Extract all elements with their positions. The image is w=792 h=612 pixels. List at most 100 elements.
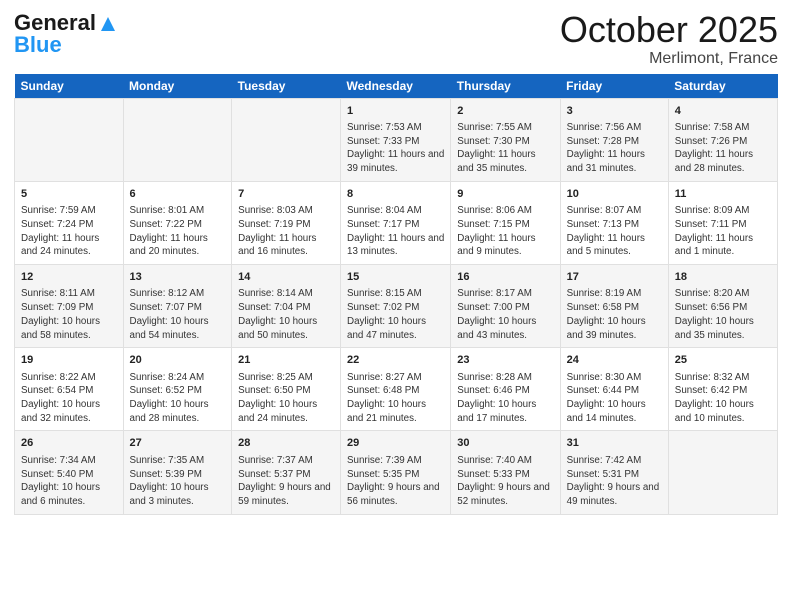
calendar-cell: 20 Sunrise: 8:24 AMSunset: 6:52 PMDayligh…: [123, 348, 232, 431]
calendar-cell: 29Sunrise: 7:39 AMSunset: 5:35 PMDayligh…: [341, 431, 451, 514]
col-friday: Friday: [560, 74, 668, 99]
calendar-table: Sunday Monday Tuesday Wednesday Thursday…: [14, 74, 778, 515]
week-row-5: 26 Sunrise: 7:34 AMSunset: 5:40 PMDayligh…: [15, 431, 778, 514]
day-info: Sunrise: 8:06 AMSunset: 7:15 PMDaylight:…: [457, 204, 553, 259]
calendar-cell: 12 Sunrise: 8:11 AMSunset: 7:09 PMDayligh…: [15, 265, 124, 348]
calendar-cell: 2 Sunrise: 7:55 AMSunset: 7:30 PMDaylight…: [451, 98, 560, 181]
calendar-cell: 1 Sunrise: 7:53 AMSunset: 7:33 PMDaylight…: [341, 98, 451, 181]
calendar-title: October 2025: [560, 10, 778, 50]
calendar-cell: [123, 98, 232, 181]
day-info: Sunrise: 8:25 AMSunset: 6:50 PMDaylight:…: [238, 371, 334, 426]
calendar-cell: 22 Sunrise: 8:27 AMSunset: 6:48 PMDayligh…: [341, 348, 451, 431]
calendar-cell: 19 Sunrise: 8:22 AMSunset: 6:54 PMDayligh…: [15, 348, 124, 431]
week-row-3: 12 Sunrise: 8:11 AMSunset: 7:09 PMDayligh…: [15, 265, 778, 348]
day-info: Sunrise: 7:56 AMSunset: 7:28 PMDaylight:…: [567, 121, 662, 176]
day-number: 2: [457, 104, 553, 119]
day-number: 13: [130, 270, 226, 285]
calendar-cell: 21 Sunrise: 8:25 AMSunset: 6:50 PMDayligh…: [232, 348, 341, 431]
header-row: Sunday Monday Tuesday Wednesday Thursday…: [15, 74, 778, 99]
day-info: Sunrise: 8:04 AMSunset: 7:17 PMDaylight:…: [347, 204, 444, 259]
calendar-cell: 28 Sunrise: 7:37 AMSunset: 5:37 PMDayligh…: [232, 431, 341, 514]
day-number: 8: [347, 187, 444, 202]
day-number: 26: [21, 436, 117, 451]
day-number: 29: [347, 436, 444, 451]
calendar-subtitle: Merlimont, France: [560, 50, 778, 68]
calendar-cell: 6Sunrise: 8:01 AMSunset: 7:22 PMDaylight…: [123, 181, 232, 264]
logo: General Blue: [14, 10, 119, 58]
day-info: Sunrise: 8:22 AMSunset: 6:54 PMDaylight:…: [21, 371, 117, 426]
day-info: Sunrise: 7:58 AMSunset: 7:26 PMDaylight:…: [675, 121, 771, 176]
day-number: 22: [347, 353, 444, 368]
week-row-1: 1 Sunrise: 7:53 AMSunset: 7:33 PMDaylight…: [15, 98, 778, 181]
calendar-cell: 9Sunrise: 8:06 AMSunset: 7:15 PMDaylight…: [451, 181, 560, 264]
day-info: Sunrise: 8:20 AMSunset: 6:56 PMDaylight:…: [675, 287, 771, 342]
day-number: 5: [21, 187, 117, 202]
day-number: 28: [238, 436, 334, 451]
day-info: Sunrise: 8:07 AMSunset: 7:13 PMDaylight:…: [567, 204, 662, 259]
calendar-cell: 23Sunrise: 8:28 AMSunset: 6:46 PMDayligh…: [451, 348, 560, 431]
day-number: 31: [567, 436, 662, 451]
calendar-cell: 30 Sunrise: 7:40 AMSunset: 5:33 PMDayligh…: [451, 431, 560, 514]
calendar-cell: 8 Sunrise: 8:04 AMSunset: 7:17 PMDaylight…: [341, 181, 451, 264]
calendar-cell: [668, 431, 777, 514]
calendar-cell: 15 Sunrise: 8:15 AMSunset: 7:02 PMDayligh…: [341, 265, 451, 348]
day-number: 10: [567, 187, 662, 202]
calendar-cell: 24Sunrise: 8:30 AMSunset: 6:44 PMDayligh…: [560, 348, 668, 431]
day-number: 3: [567, 104, 662, 119]
page: General Blue October 2025 Merlimont, Fra…: [0, 0, 792, 612]
day-info: Sunrise: 8:03 AMSunset: 7:19 PMDaylight:…: [238, 204, 334, 259]
day-info: Sunrise: 8:12 AMSunset: 7:07 PMDaylight:…: [130, 287, 226, 342]
day-info: Sunrise: 8:27 AMSunset: 6:48 PMDaylight:…: [347, 371, 444, 426]
day-info: Sunrise: 8:14 AMSunset: 7:04 PMDaylight:…: [238, 287, 334, 342]
day-info: Sunrise: 7:53 AMSunset: 7:33 PMDaylight:…: [347, 121, 444, 176]
title-block: October 2025 Merlimont, France: [560, 10, 778, 68]
calendar-cell: 31 Sunrise: 7:42 AMSunset: 5:31 PMDayligh…: [560, 431, 668, 514]
day-info: Sunrise: 7:59 AMSunset: 7:24 PMDaylight:…: [21, 204, 117, 259]
week-row-4: 19 Sunrise: 8:22 AMSunset: 6:54 PMDayligh…: [15, 348, 778, 431]
calendar-cell: 16 Sunrise: 8:17 AMSunset: 7:00 PMDayligh…: [451, 265, 560, 348]
calendar-cell: [15, 98, 124, 181]
col-sunday: Sunday: [15, 74, 124, 99]
day-info: Sunrise: 8:15 AMSunset: 7:02 PMDaylight:…: [347, 287, 444, 342]
day-info: Sunrise: 8:32 AMSunset: 6:42 PMDaylight:…: [675, 371, 771, 426]
day-info: Sunrise: 8:17 AMSunset: 7:00 PMDaylight:…: [457, 287, 553, 342]
day-number: 4: [675, 104, 771, 119]
calendar-cell: 13 Sunrise: 8:12 AMSunset: 7:07 PMDayligh…: [123, 265, 232, 348]
calendar-cell: 4 Sunrise: 7:58 AMSunset: 7:26 PMDaylight…: [668, 98, 777, 181]
day-number: 18: [675, 270, 771, 285]
day-number: 17: [567, 270, 662, 285]
day-number: 20: [130, 353, 226, 368]
calendar-cell: 26 Sunrise: 7:34 AMSunset: 5:40 PMDayligh…: [15, 431, 124, 514]
day-number: 16: [457, 270, 553, 285]
day-number: 11: [675, 187, 771, 202]
day-number: 15: [347, 270, 444, 285]
day-info: Sunrise: 7:42 AMSunset: 5:31 PMDaylight:…: [567, 454, 662, 509]
day-number: 1: [347, 104, 444, 119]
day-number: 21: [238, 353, 334, 368]
day-info: Sunrise: 8:11 AMSunset: 7:09 PMDaylight:…: [21, 287, 117, 342]
day-info: Sunrise: 7:34 AMSunset: 5:40 PMDaylight:…: [21, 454, 117, 509]
day-info: Sunrise: 7:55 AMSunset: 7:30 PMDaylight:…: [457, 121, 553, 176]
day-number: 25: [675, 353, 771, 368]
day-info: Sunrise: 8:24 AMSunset: 6:52 PMDaylight:…: [130, 371, 226, 426]
day-number: 24: [567, 353, 662, 368]
day-info: Sunrise: 7:37 AMSunset: 5:37 PMDaylight:…: [238, 454, 334, 509]
calendar-cell: 7Sunrise: 8:03 AMSunset: 7:19 PMDaylight…: [232, 181, 341, 264]
day-number: 14: [238, 270, 334, 285]
day-number: 23: [457, 353, 553, 368]
col-monday: Monday: [123, 74, 232, 99]
day-number: 19: [21, 353, 117, 368]
col-tuesday: Tuesday: [232, 74, 341, 99]
day-number: 30: [457, 436, 553, 451]
calendar-cell: 3 Sunrise: 7:56 AMSunset: 7:28 PMDaylight…: [560, 98, 668, 181]
calendar-cell: 27Sunrise: 7:35 AMSunset: 5:39 PMDayligh…: [123, 431, 232, 514]
day-info: Sunrise: 7:40 AMSunset: 5:33 PMDaylight:…: [457, 454, 553, 509]
header: General Blue October 2025 Merlimont, Fra…: [14, 10, 778, 68]
day-info: Sunrise: 8:01 AMSunset: 7:22 PMDaylight:…: [130, 204, 226, 259]
calendar-cell: 18 Sunrise: 8:20 AMSunset: 6:56 PMDayligh…: [668, 265, 777, 348]
calendar-cell: 14 Sunrise: 8:14 AMSunset: 7:04 PMDayligh…: [232, 265, 341, 348]
day-number: 12: [21, 270, 117, 285]
calendar-cell: 5 Sunrise: 7:59 AMSunset: 7:24 PMDaylight…: [15, 181, 124, 264]
calendar-cell: 10 Sunrise: 8:07 AMSunset: 7:13 PMDayligh…: [560, 181, 668, 264]
logo-blue: Blue: [14, 32, 62, 58]
